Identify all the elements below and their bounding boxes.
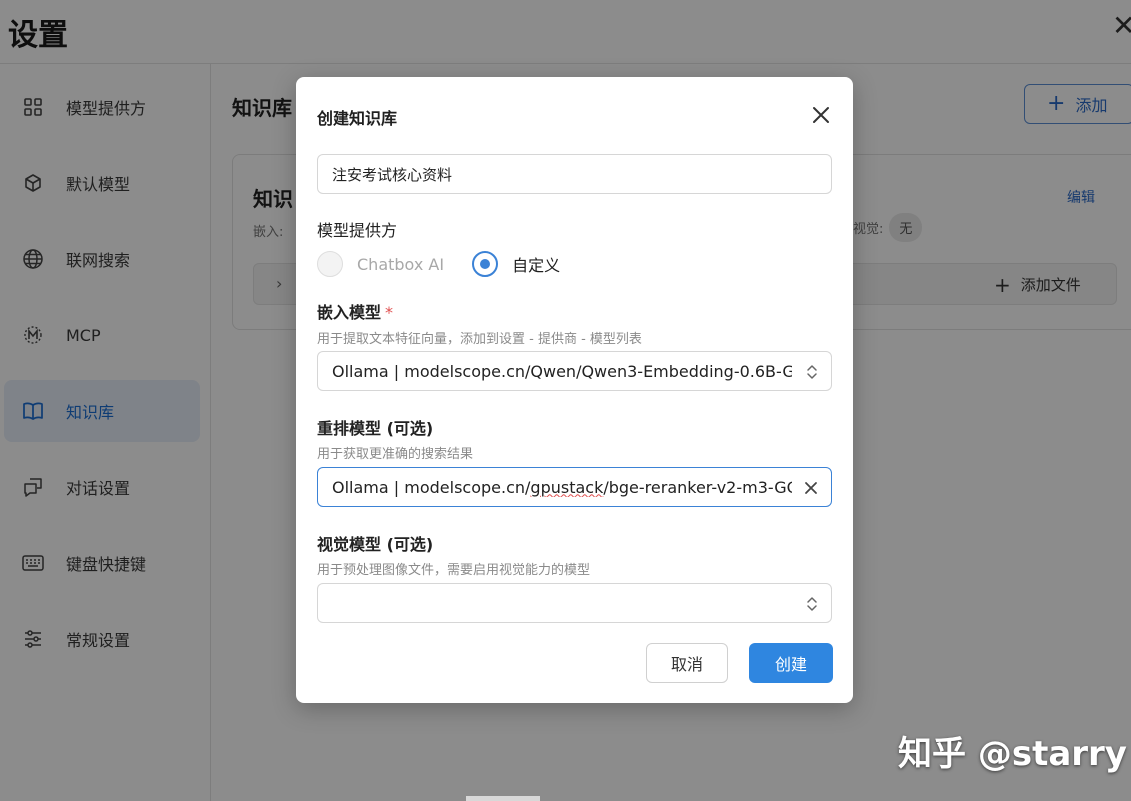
- vision-model-hint: 用于预处理图像文件，需要启用视觉能力的模型: [317, 563, 591, 578]
- rerank-value-suffix: /bge-reranker-v2-m3-GGUF: [603, 477, 792, 497]
- rerank-model-value: Ollama | modelscope.cn/gpustack/bge-rera…: [332, 478, 792, 497]
- embedding-model-select[interactable]: Ollama | modelscope.cn/Qwen/Qwen3-Embedd…: [317, 351, 832, 391]
- close-icon[interactable]: [810, 104, 832, 126]
- radio-label-custom: 自定义: [512, 256, 561, 275]
- clear-icon[interactable]: [803, 480, 819, 496]
- radio-chatbox-ai[interactable]: [317, 251, 343, 277]
- rerank-model-select[interactable]: Ollama | modelscope.cn/gpustack/bge-rera…: [317, 467, 832, 507]
- embedding-model-label-text: 嵌入模型: [317, 303, 382, 322]
- rerank-model-hint: 用于获取更准确的搜索结果: [317, 447, 474, 462]
- vision-model-label: 视觉模型 (可选): [317, 535, 434, 554]
- create-knowledge-base-dialog: 创建知识库 模型提供方 Chatbox AI 自定义 嵌入模型* 用于提取文本特…: [296, 77, 853, 703]
- rerank-value-misspelled: gpustack: [530, 477, 604, 497]
- bottom-handle: [466, 796, 540, 801]
- watermark: 知乎 @starry: [898, 734, 1127, 774]
- provider-radio-group: Chatbox AI 自定义: [317, 250, 560, 278]
- vision-model-select[interactable]: [317, 583, 832, 623]
- cancel-button[interactable]: 取消: [646, 643, 728, 683]
- embedding-model-hint: 用于提取文本特征向量，添加到设置 - 提供商 - 模型列表: [317, 332, 642, 347]
- radio-label-chatbox-ai: Chatbox AI: [357, 254, 445, 274]
- rerank-value-prefix: Ollama | modelscope.cn/: [332, 477, 531, 497]
- embedding-model-label: 嵌入模型 *: [317, 299, 393, 323]
- radio-custom[interactable]: [472, 251, 499, 277]
- required-mark: *: [385, 303, 394, 322]
- knowledge-base-name-input[interactable]: [317, 154, 832, 194]
- chevron-up-down-icon: [805, 595, 819, 613]
- create-button[interactable]: 创建: [749, 643, 833, 683]
- provider-label: 模型提供方: [317, 221, 398, 240]
- rerank-model-label: 重排模型 (可选): [317, 419, 434, 438]
- embedding-model-value: Ollama | modelscope.cn/Qwen/Qwen3-Embedd…: [332, 361, 792, 381]
- chevron-up-down-icon: [805, 363, 819, 381]
- dialog-title: 创建知识库: [317, 109, 398, 128]
